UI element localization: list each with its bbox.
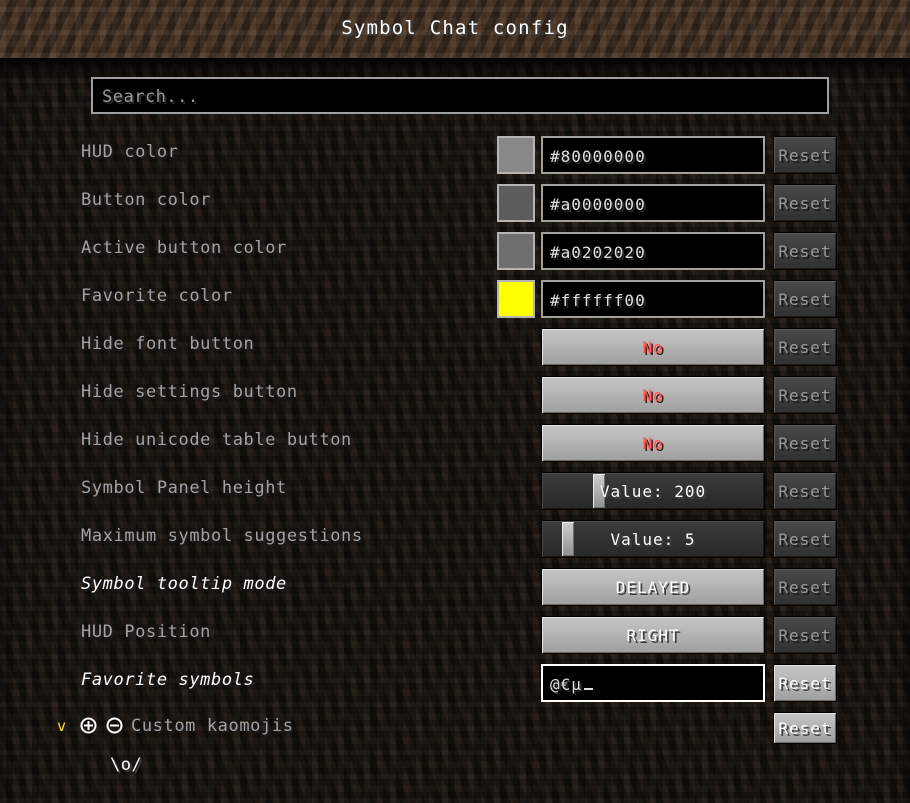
reset-button: Reset — [773, 136, 837, 174]
config-row: Maximum symbol suggestions Value: 5 Reset — [0, 514, 910, 562]
reset-button-label: Reset — [778, 241, 832, 261]
color-swatch — [497, 184, 535, 222]
config-row: Button color #a0000000 Reset — [0, 178, 910, 226]
search-placeholder: Search... — [102, 87, 199, 107]
list-item-text: \o/ — [110, 755, 143, 775]
color-swatch — [497, 136, 535, 174]
config-row: Active button color #a0202020 Reset — [0, 226, 910, 274]
reset-button-label: Reset — [778, 337, 832, 357]
config-row-label: Hide settings button — [81, 382, 298, 402]
reset-button: Reset — [773, 472, 837, 510]
reset-button: Reset — [773, 376, 837, 414]
slider-control[interactable]: Value: 5 — [541, 520, 765, 558]
color-value-text: #a0202020 — [550, 243, 646, 262]
reset-button: Reset — [773, 424, 837, 462]
slider-control[interactable]: Value: 200 — [541, 472, 765, 510]
config-row-label: HUD color — [81, 142, 179, 162]
slider-value-label: Value: 5 — [610, 530, 696, 549]
reset-button-label: Reset — [778, 625, 832, 645]
text-value-text: @€µ — [550, 675, 582, 694]
enum-button-label: RIGHT — [626, 625, 680, 645]
reset-button-label: Reset — [778, 289, 832, 309]
reset-button-label: Reset — [778, 529, 832, 549]
color-value-input[interactable]: #ffffff00 — [541, 280, 765, 318]
config-row-label: Hide unicode table button — [81, 430, 352, 450]
config-row: HUD color #80000000 Reset — [0, 130, 910, 178]
reset-button-label: Reset — [778, 673, 832, 693]
toggle-button-label: No — [642, 385, 664, 405]
color-value-text: #ffffff00 — [550, 291, 646, 310]
reset-button-label: Reset — [778, 433, 832, 453]
color-swatch — [497, 280, 535, 318]
add-circle-icon[interactable] — [80, 717, 97, 734]
config-row: Hide font button No Reset — [0, 322, 910, 370]
reset-button[interactable]: Reset — [773, 664, 837, 702]
reset-button: Reset — [773, 184, 837, 222]
slider-value-label: Value: 200 — [599, 482, 707, 501]
color-value-input[interactable]: #a0202020 — [541, 232, 765, 270]
reset-button: Reset — [773, 328, 837, 366]
color-value-text: #80000000 — [550, 147, 646, 166]
config-row: Hide unicode table button No Reset — [0, 418, 910, 466]
config-row-label: Symbol Panel height — [81, 478, 287, 498]
color-value-input[interactable]: #80000000 — [541, 136, 765, 174]
toggle-button[interactable]: No — [541, 376, 765, 414]
category-row: v Custom kaomojis Reset — [0, 706, 910, 746]
category-label[interactable]: Custom kaomojis — [131, 716, 294, 736]
config-row: Symbol Panel height Value: 200 Reset — [0, 466, 910, 514]
reset-button-label: Reset — [778, 577, 832, 597]
caret-icon — [583, 688, 593, 690]
reset-button-label: Reset — [778, 145, 832, 165]
reset-button: Reset — [773, 520, 837, 558]
text-cursor — [583, 675, 593, 694]
config-row-label: Hide font button — [81, 334, 255, 354]
chevron-down-icon[interactable]: v — [57, 719, 66, 734]
toggle-button[interactable]: No — [541, 424, 765, 462]
config-row: Favorite symbols @€µ Reset — [0, 658, 910, 706]
page-title: Symbol Chat config — [341, 17, 569, 39]
remove-circle-icon[interactable] — [106, 717, 123, 734]
category-reset-button-label: Reset — [778, 718, 832, 738]
config-row-label: Button color — [81, 190, 212, 210]
list-item[interactable]: \o/ — [0, 746, 910, 786]
enum-button[interactable]: RIGHT — [541, 616, 765, 654]
text-value-input[interactable]: @€µ — [541, 664, 765, 702]
config-row: HUD Position RIGHT Reset — [0, 610, 910, 658]
config-row-label: Active button color — [81, 238, 287, 258]
toggle-button-label: No — [642, 433, 664, 453]
config-row: Favorite color #ffffff00 Reset — [0, 274, 910, 322]
color-value-input[interactable]: #a0000000 — [541, 184, 765, 222]
config-row-label: Maximum symbol suggestions — [81, 526, 363, 546]
config-row-label: Favorite color — [81, 286, 233, 306]
config-row-label: HUD Position — [81, 622, 212, 642]
color-value-text: #a0000000 — [550, 195, 646, 214]
reset-button: Reset — [773, 568, 837, 606]
config-row: Symbol tooltip mode DELAYED Reset — [0, 562, 910, 610]
reset-button-label: Reset — [778, 481, 832, 501]
search-input[interactable]: Search... — [91, 77, 829, 114]
config-row-label: Symbol tooltip mode — [81, 574, 287, 594]
enum-button[interactable]: DELAYED — [541, 568, 765, 606]
reset-button-label: Reset — [778, 385, 832, 405]
config-screen: Symbol Chat config Search... HUD color #8… — [0, 0, 910, 803]
toggle-button[interactable]: No — [541, 328, 765, 366]
enum-button-label: DELAYED — [615, 577, 691, 597]
config-row-label: Favorite symbols — [81, 670, 255, 690]
config-row: Hide settings button No Reset — [0, 370, 910, 418]
reset-button: Reset — [773, 280, 837, 318]
toggle-button-label: No — [642, 337, 664, 357]
reset-button: Reset — [773, 616, 837, 654]
reset-button: Reset — [773, 232, 837, 270]
config-row-list: HUD color #80000000 Reset Button color #a000… — [0, 130, 910, 786]
category-reset-button[interactable]: Reset — [773, 712, 837, 744]
reset-button-label: Reset — [778, 193, 832, 213]
color-swatch — [497, 232, 535, 270]
